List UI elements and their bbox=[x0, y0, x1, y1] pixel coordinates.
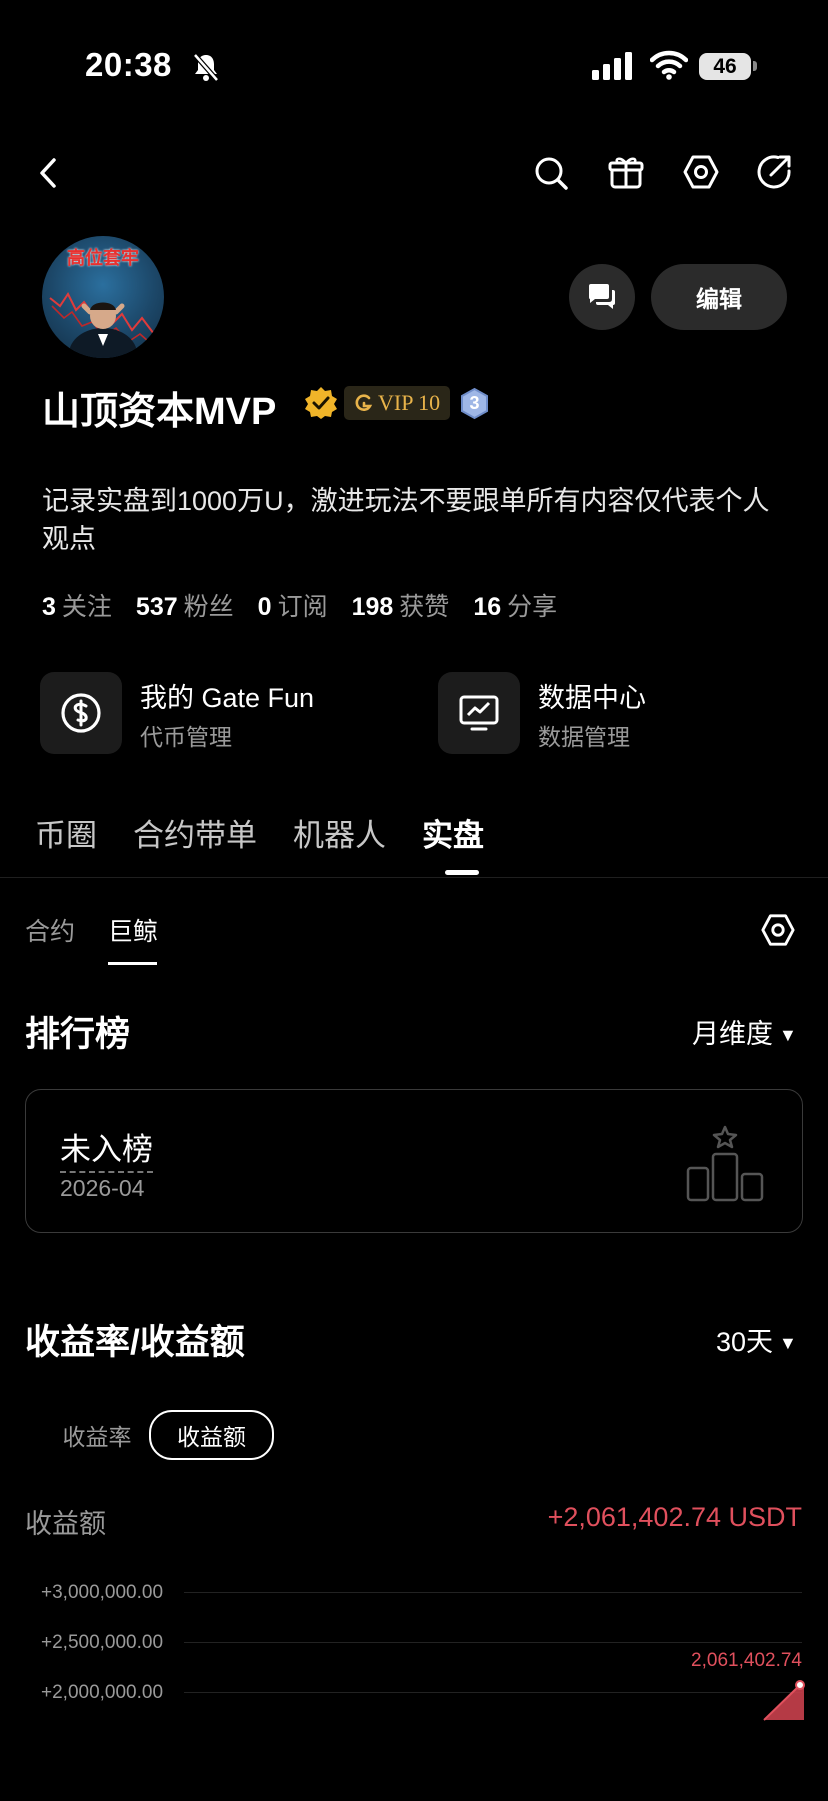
ranking-title: 排行榜 bbox=[25, 1015, 131, 1054]
chat-bubbles-icon bbox=[589, 284, 615, 309]
data-center-subtitle: 数据管理 bbox=[538, 724, 630, 750]
returns-period-dropdown[interactable]: 30天 ▼ bbox=[716, 1320, 797, 1359]
chart-area bbox=[763, 1680, 805, 1721]
grid-line bbox=[184, 1592, 802, 1593]
grid-line bbox=[184, 1642, 802, 1643]
ranking-status[interactable]: 未入榜 bbox=[60, 1124, 153, 1173]
profile-bio: 记录实盘到1000万U，激进玩法不要跟单所有内容仅代表个人观点 bbox=[42, 486, 770, 554]
tab-active-indicator bbox=[445, 870, 479, 875]
wifi-icon bbox=[650, 50, 688, 80]
status-time: 20:38 bbox=[85, 46, 172, 83]
tab-crypto[interactable]: 币圈 bbox=[35, 810, 97, 855]
tabs-divider bbox=[0, 877, 828, 878]
search-icon[interactable] bbox=[533, 155, 569, 191]
level-badge-number: 3 bbox=[469, 393, 480, 413]
main-tabs: 币圈 合约带单 机器人 实盘 bbox=[35, 810, 484, 855]
subtab-active-indicator bbox=[108, 962, 157, 965]
gate-fun-title: 我的 Gate Fun bbox=[140, 683, 315, 713]
dollar-coin-icon bbox=[61, 693, 101, 733]
podium-icon bbox=[686, 1125, 764, 1202]
metric-label: 收益额 bbox=[25, 1509, 106, 1539]
gate-fun-icon-box bbox=[40, 672, 122, 754]
profile-stats: 3 关注 537 粉丝 0 订阅 198 获赞 16 分享 bbox=[42, 587, 557, 623]
data-center-icon-box bbox=[438, 672, 520, 754]
ranking-period-dropdown[interactable]: 月维度 ▼ bbox=[692, 1012, 797, 1051]
profile-name: 山顶资本MVP bbox=[42, 391, 277, 433]
grid-line bbox=[184, 1692, 802, 1693]
data-center-title: 数据中心 bbox=[538, 683, 646, 713]
settings-hex-icon[interactable] bbox=[682, 153, 720, 191]
battery-tip bbox=[753, 61, 757, 71]
returns-period-label: 30天 bbox=[716, 1327, 774, 1357]
vip-label: VIP 10 bbox=[378, 390, 441, 415]
vip-badge: VIP 10 bbox=[344, 386, 451, 420]
bell-muted-icon bbox=[193, 53, 219, 82]
stat-likes[interactable]: 198 获赞 bbox=[352, 587, 450, 623]
data-center-card[interactable]: 数据中心 数据管理 bbox=[438, 672, 788, 754]
gate-fun-card[interactable]: 我的 Gate Fun 代币管理 bbox=[40, 672, 420, 754]
subtab-contracts[interactable]: 合约 bbox=[25, 912, 75, 948]
chart-last-point bbox=[795, 1680, 805, 1690]
toggle-return-amount[interactable]: 收益额 bbox=[149, 1410, 274, 1460]
stat-subscriptions[interactable]: 0 订阅 bbox=[258, 587, 328, 623]
y-tick-label: +3,000,000.00 bbox=[41, 1582, 164, 1603]
subtab-whales[interactable]: 巨鲸 bbox=[108, 912, 158, 948]
returns-chart: +3,000,000.00 +2,500,000.00 +2,000,000.0… bbox=[0, 1570, 828, 1801]
last-value-label: 2,061,402.74 bbox=[691, 1650, 802, 1671]
settings-hex-icon[interactable] bbox=[760, 912, 796, 948]
y-tick-label: +2,000,000.00 bbox=[41, 1682, 164, 1703]
avatar[interactable]: 高位套牢 bbox=[42, 236, 164, 358]
stat-followers[interactable]: 537 粉丝 bbox=[136, 587, 234, 623]
vip-logo-icon bbox=[355, 394, 373, 411]
battery-indicator: 46 bbox=[699, 53, 751, 80]
chart-monitor-icon bbox=[459, 695, 499, 731]
tab-live-trading[interactable]: 实盘 bbox=[422, 810, 484, 855]
toggle-return-rate[interactable]: 收益率 bbox=[40, 1412, 154, 1458]
tab-bots[interactable]: 机器人 bbox=[293, 810, 386, 855]
tab-copy-trading[interactable]: 合约带单 bbox=[133, 810, 257, 855]
share-icon[interactable] bbox=[756, 153, 794, 191]
message-button[interactable] bbox=[569, 264, 635, 330]
back-arrow-icon[interactable] bbox=[36, 156, 62, 190]
metric-value: +2,061,402.74 USDT bbox=[547, 1502, 802, 1532]
avatar-caption: 高位套牢 bbox=[67, 248, 139, 268]
ranking-card: 未入榜 2026-04 bbox=[25, 1089, 803, 1233]
edit-button[interactable]: 编辑 bbox=[651, 264, 787, 330]
returns-title: 收益率/收益额 bbox=[25, 1323, 245, 1362]
level-badge: 3 bbox=[458, 387, 491, 420]
y-tick-label: +2,500,000.00 bbox=[41, 1632, 164, 1653]
ranking-period-label: 月维度 bbox=[692, 1019, 773, 1049]
stat-shares[interactable]: 16 分享 bbox=[473, 587, 557, 623]
caret-down-icon: ▼ bbox=[779, 1333, 797, 1353]
gate-fun-subtitle: 代币管理 bbox=[140, 724, 232, 750]
gift-icon[interactable] bbox=[608, 154, 644, 190]
stat-following[interactable]: 3 关注 bbox=[42, 587, 112, 623]
verified-badge-icon bbox=[305, 387, 337, 419]
signal-icon bbox=[592, 52, 632, 80]
caret-down-icon: ▼ bbox=[779, 1025, 797, 1045]
ranking-date: 2026-04 bbox=[60, 1175, 145, 1201]
